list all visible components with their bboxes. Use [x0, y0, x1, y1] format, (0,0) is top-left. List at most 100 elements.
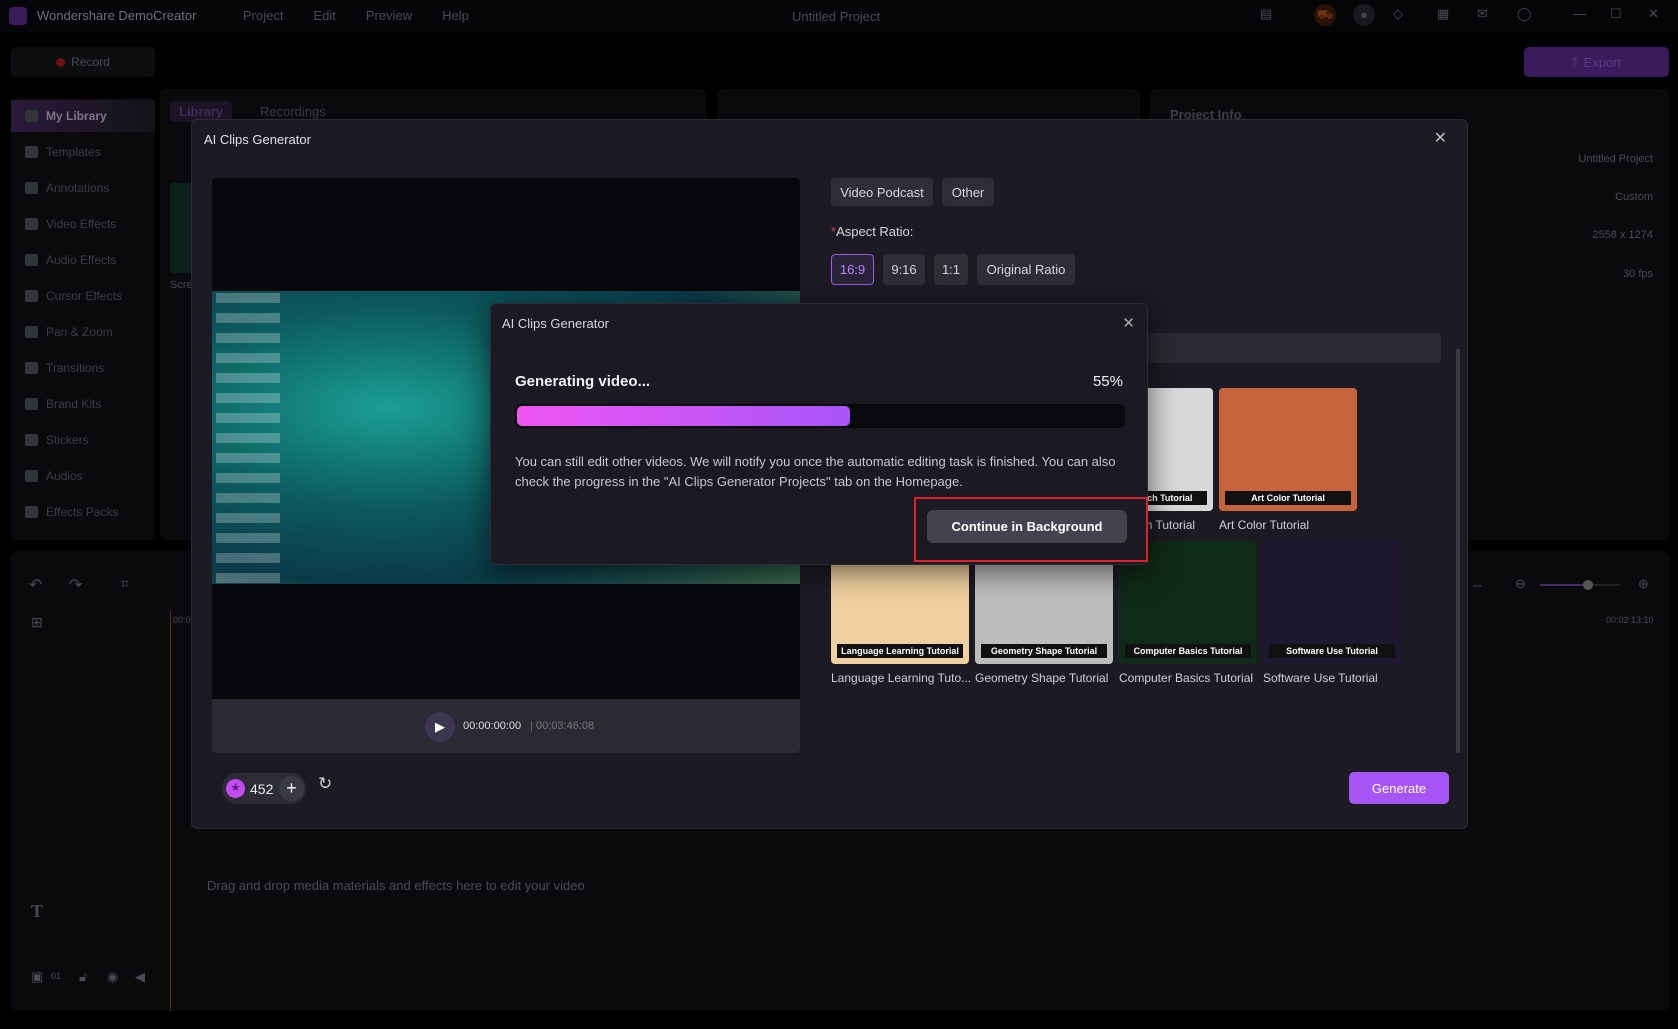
template-label: Software Use Tutorial [1263, 671, 1378, 685]
credits-pill: ★ 452 + [222, 773, 306, 804]
progress-percent: 55% [1092, 373, 1123, 390]
crop-icon[interactable]: ⌗ [121, 575, 129, 592]
template-label: Art Color Tutorial [1219, 518, 1310, 532]
continue-in-background-button[interactable]: Continue in Background [927, 510, 1127, 543]
pack-icon [25, 506, 38, 518]
account-icon[interactable]: ● [1353, 4, 1375, 26]
feedback-icon[interactable]: ▤ [1260, 6, 1272, 22]
video-effects-icon [25, 218, 38, 230]
sidebar-item-audios[interactable]: Audios [11, 460, 155, 492]
visibility-icon[interactable]: ◉ [107, 969, 118, 985]
category-video-podcast[interactable]: Video Podcast [831, 178, 933, 206]
record-dot-icon [56, 57, 66, 67]
aspect-original[interactable]: Original Ratio [977, 254, 1075, 285]
text-track-icon[interactable]: T [31, 901, 43, 922]
project-title: Untitled Project [792, 9, 881, 24]
transitions-icon [25, 362, 38, 374]
credits-count: 452 [250, 781, 274, 797]
sidebar-item-cursor-effects[interactable]: Cursor Effects [11, 280, 155, 312]
sidebar-item-label: Stickers [46, 433, 89, 447]
template-label: Computer Basics Tutorial [1119, 671, 1254, 685]
modal-title: AI Clips Generator [204, 132, 311, 147]
resolution-type-value: Custom [1615, 191, 1653, 203]
export-button[interactable]: ⤒ Export [1524, 47, 1669, 77]
zoom-in-icon[interactable]: ⊕ [1638, 576, 1649, 592]
menu-edit[interactable]: Edit [313, 8, 335, 23]
template-thumbnail[interactable]: Art Color Tutorial [1219, 388, 1357, 511]
player-controls: ▶ 00:00:00:00 | 00:03:46:08 [212, 699, 800, 753]
modal-close-icon[interactable]: ✕ [1434, 128, 1447, 148]
menu-help[interactable]: Help [442, 8, 469, 23]
resolution-value: 2558 x 1274 [1592, 229, 1653, 241]
mail-icon[interactable]: ✉ [1477, 6, 1488, 22]
progress-status: Generating video... [515, 373, 651, 390]
total-time: 00:03:46:08 [536, 720, 595, 732]
template-label: Geometry Shape Tutorial [975, 671, 1109, 685]
record-button[interactable]: Record [11, 47, 155, 77]
desktop-icons [216, 293, 280, 583]
mute-icon[interactable]: ◀ [135, 969, 145, 985]
undo-icon[interactable]: ↶ [29, 575, 42, 595]
learn-icon[interactable]: ◇ [1393, 6, 1403, 22]
template-scrollbar[interactable] [1456, 349, 1460, 753]
refresh-icon[interactable]: ↻ [318, 774, 332, 794]
aspect-ratio-label: Aspect Ratio: [836, 224, 914, 239]
sidebar-item-label: Pan & Zoom [46, 325, 113, 339]
playhead[interactable] [170, 611, 171, 1011]
sidebar-item-label: Transitions [46, 361, 105, 375]
tab-recordings[interactable]: Recordings [260, 104, 326, 119]
framerate-value: 30 fps [1623, 268, 1653, 280]
clip-label: Scre [170, 279, 193, 291]
add-track-icon[interactable]: ⊞ [31, 614, 43, 631]
cart-icon[interactable]: ⛟ [1314, 4, 1336, 26]
category-other[interactable]: Other [942, 178, 994, 206]
play-button[interactable]: ▶ [425, 712, 455, 742]
zoom-out-icon[interactable]: ⊖ [1515, 576, 1526, 592]
sidebar-item-label: Audios [46, 469, 83, 483]
sidebar-item-effects-packs[interactable]: Effects Packs [11, 496, 155, 528]
audio-effects-icon [25, 254, 38, 266]
menu-project[interactable]: Project [243, 8, 283, 23]
cursor-icon [25, 290, 38, 302]
sidebar-item-stickers[interactable]: Stickers [11, 424, 155, 456]
zoom-slider-handle[interactable] [1583, 580, 1593, 590]
sidebar-item-pan-zoom[interactable]: Pan & Zoom [11, 316, 155, 348]
template-label: Language Learning Tuto... [831, 671, 971, 685]
aspect-1-1[interactable]: 1:1 [934, 254, 968, 285]
dialog-close-icon[interactable]: ✕ [1122, 314, 1135, 332]
aspect-9-16[interactable]: 9:16 [883, 254, 925, 285]
thumbnail-caption: Art Color Tutorial [1225, 491, 1351, 505]
sidebar-item-my-library[interactable]: My Library [11, 100, 155, 132]
pan-zoom-icon [25, 326, 38, 338]
sidebar-item-label: Video Effects [46, 217, 117, 231]
support-icon[interactable]: ◯ [1517, 6, 1532, 22]
lock-icon[interactable]: 🔓︎ [79, 969, 87, 985]
tools-icon[interactable]: ▦ [1437, 6, 1449, 22]
sidebar-item-audio-effects[interactable]: Audio Effects [11, 244, 155, 276]
template-thumbnail[interactable]: Software Use Tutorial [1263, 541, 1401, 664]
sidebar-item-video-effects[interactable]: Video Effects [11, 208, 155, 240]
redo-icon[interactable]: ↷ [69, 575, 82, 595]
sidebar-item-label: Effects Packs [46, 505, 119, 519]
sidebar-item-label: Brand Kits [46, 397, 102, 411]
thumbnail-caption: Computer Basics Tutorial [1125, 644, 1251, 658]
fit-icon[interactable]: ⇔ [1471, 577, 1484, 592]
dialog-title: AI Clips Generator [502, 316, 609, 331]
maximize-icon[interactable]: ☐ [1610, 6, 1622, 22]
current-time: 00:00:00:00 [463, 720, 522, 732]
aspect-16-9[interactable]: 16:9 [831, 254, 874, 285]
track-number: 01 [51, 971, 62, 981]
add-credits-button[interactable]: + [279, 776, 304, 801]
drop-hint: Drag and drop media materials and effect… [207, 878, 585, 893]
thumbnail-caption: Geometry Shape Tutorial [981, 644, 1107, 658]
sidebar-item-annotations[interactable]: Annotations [11, 172, 155, 204]
close-window-icon[interactable]: ✕ [1648, 6, 1659, 22]
sidebar-item-label: Templates [46, 145, 101, 159]
minimize-icon[interactable]: — [1573, 6, 1586, 21]
sidebar-item-templates[interactable]: Templates [11, 136, 155, 168]
sidebar-item-transitions[interactable]: Transitions [11, 352, 155, 384]
sidebar-item-brand-kits[interactable]: Brand Kits [11, 388, 155, 420]
zoom-slider[interactable] [1540, 580, 1620, 590]
menu-preview[interactable]: Preview [366, 8, 412, 23]
generate-button[interactable]: Generate [1349, 772, 1449, 804]
